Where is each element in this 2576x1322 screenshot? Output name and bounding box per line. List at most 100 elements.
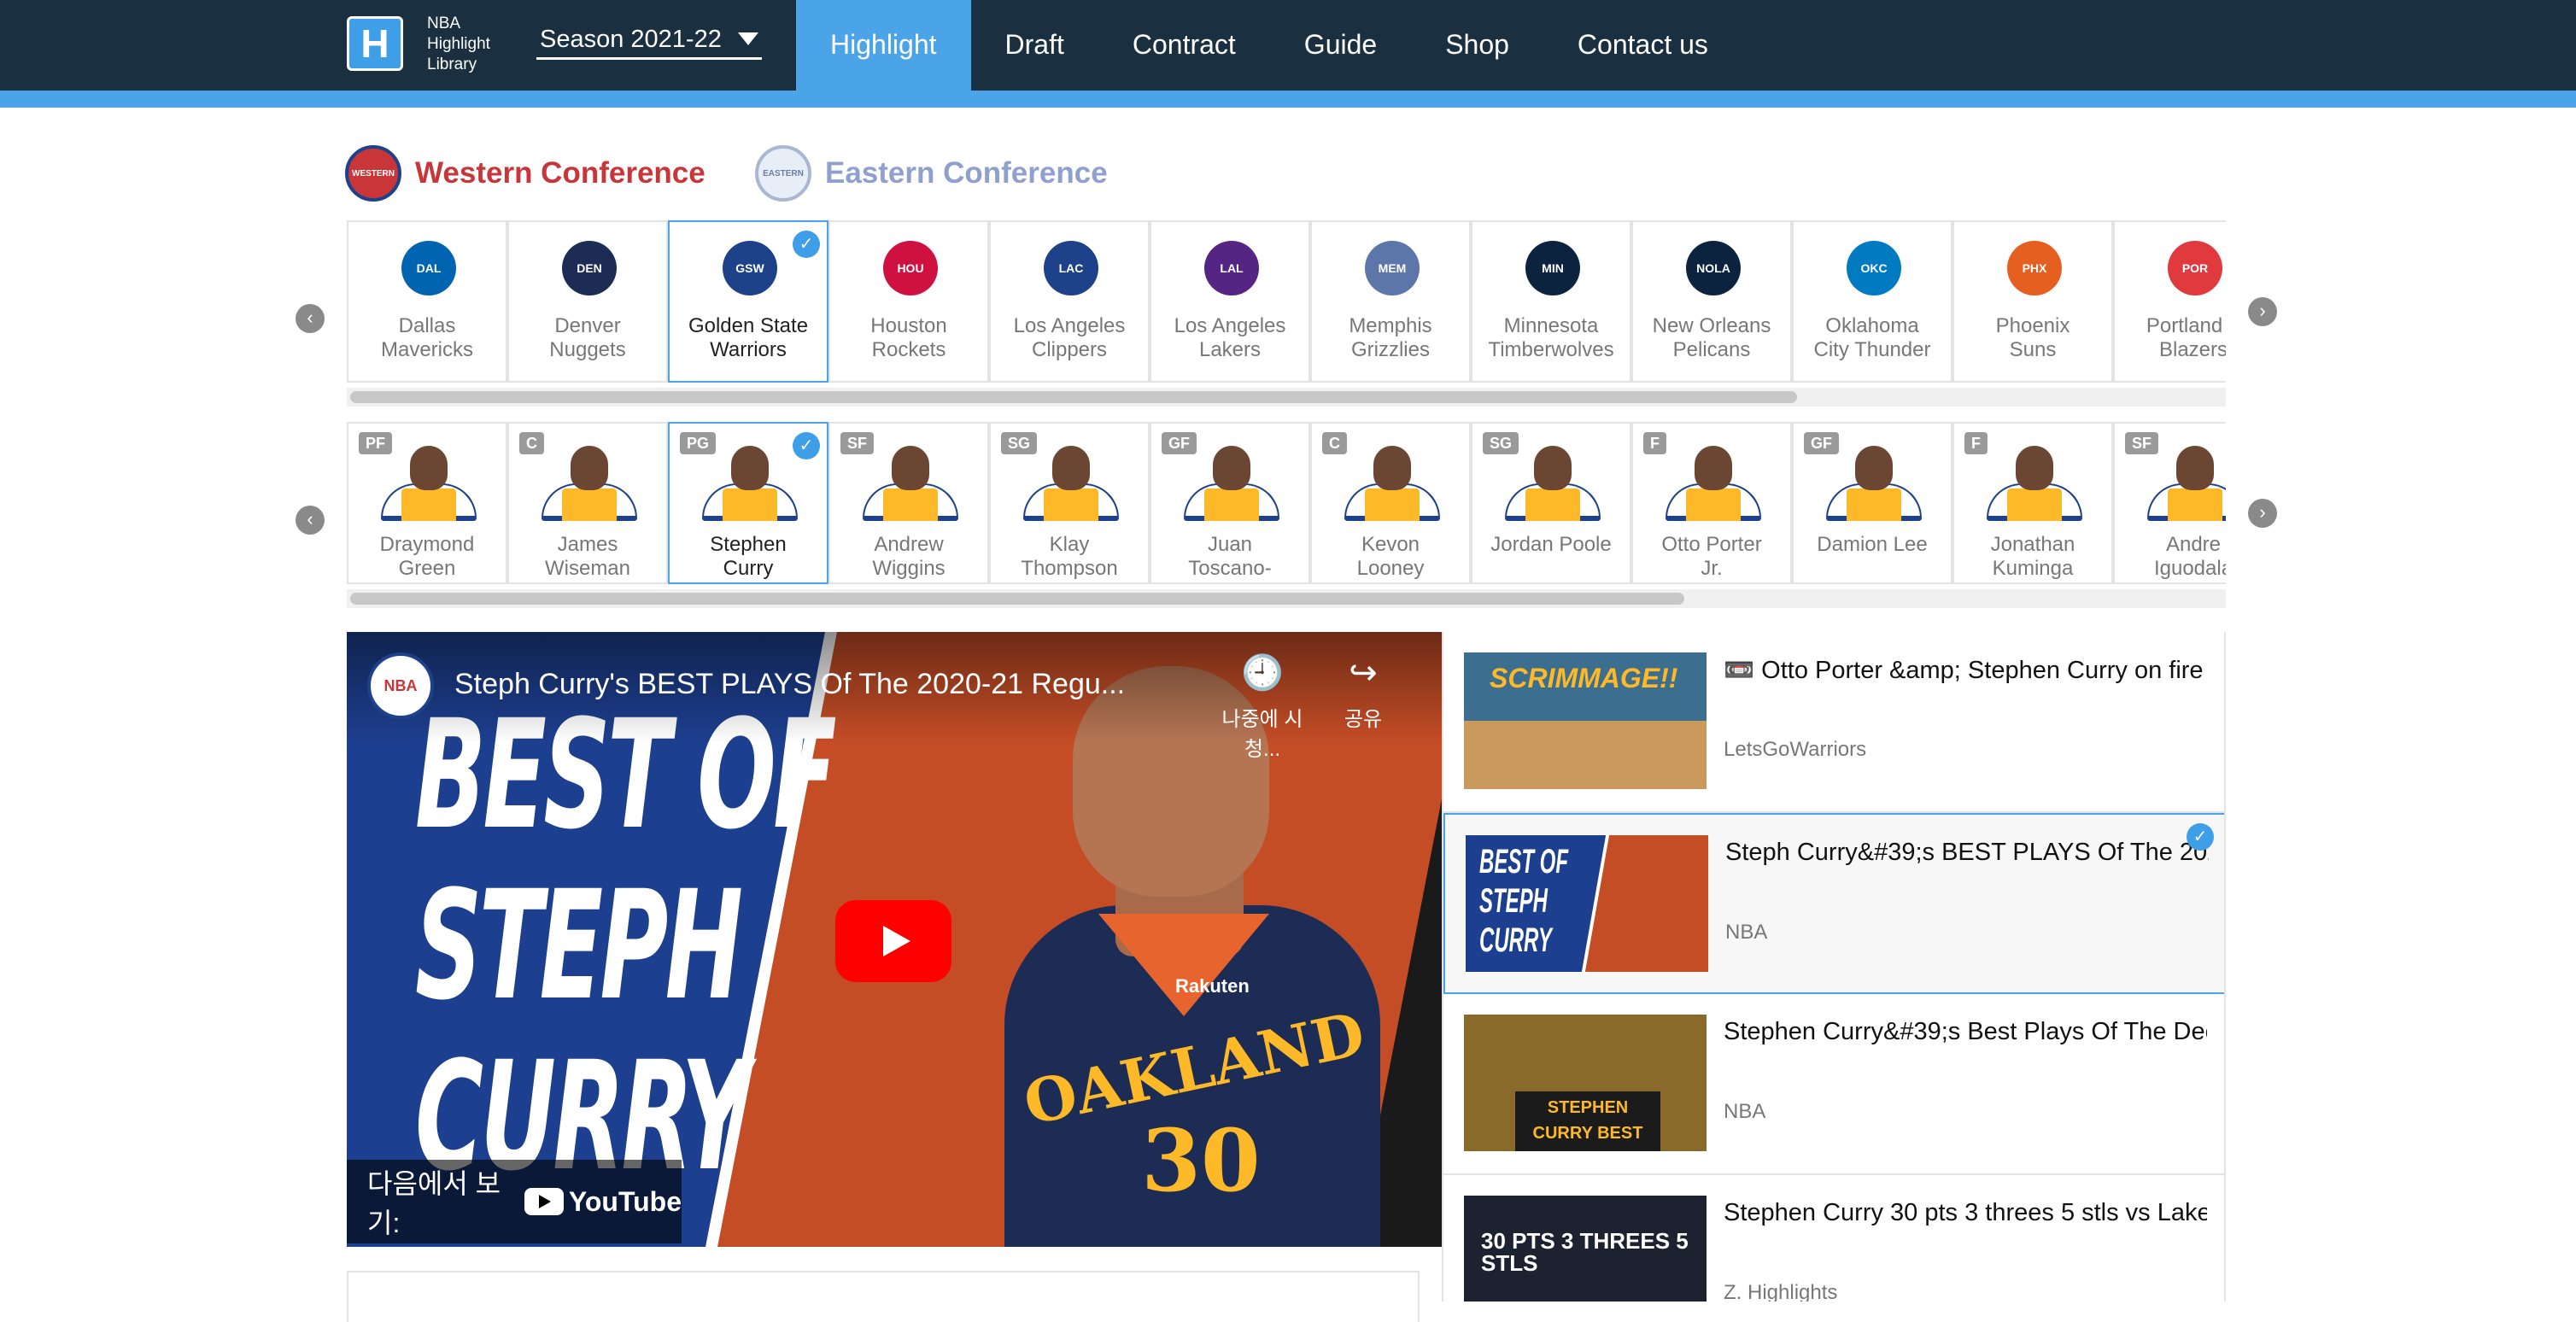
player-card[interactable]: F Jonathan Kuminga: [1952, 422, 2113, 584]
player-card[interactable]: C James Wiseman: [507, 422, 668, 584]
youtube-logo-icon: YouTube: [524, 1186, 682, 1218]
player-name: Andre: [2165, 533, 2222, 556]
thumbnail-caption: 30 PTS 3 THREES 5 STLS: [1481, 1228, 1689, 1276]
player-card[interactable]: GF Damion Lee: [1792, 422, 1952, 584]
thumbnail-caption: STEPHEN CURRY BEST OF THE DECADE: [1515, 1091, 1660, 1151]
player-headshot-icon: [2016, 446, 2053, 490]
pelicans-logo-icon: NOLA: [1686, 241, 1741, 295]
jersey-icon: [1847, 488, 1901, 521]
team-name: City Thunder: [1813, 338, 1931, 361]
team-card[interactable]: MIN Minnesota Timberwolves: [1471, 220, 1631, 383]
player-card[interactable]: SF Andrew Wiggins: [828, 422, 989, 584]
player-headshot-icon: [410, 446, 448, 490]
player-card[interactable]: SF Andre Iguodala: [2113, 422, 2226, 584]
video-thumbnail: 30 PTS 3 THREES 5 STLS: [1464, 1196, 1707, 1302]
team-name: Phoenix: [1995, 314, 2070, 337]
jersey-icon: [562, 488, 617, 521]
playlist-item[interactable]: BEST OF STEPH CURRY Steph Curry&#39;s BE…: [1443, 813, 2224, 994]
logo-text: NBA Highlight Library: [427, 14, 512, 75]
player-name: James: [557, 533, 618, 556]
logo-icon[interactable]: H: [347, 16, 403, 71]
players-prev-arrow-icon[interactable]: ‹: [296, 506, 325, 535]
thumbnail-text: STEPH: [415, 858, 743, 1033]
team-card[interactable]: DAL Dallas Mavericks: [347, 220, 507, 383]
teams-next-arrow-icon[interactable]: ›: [2248, 297, 2277, 326]
youtube-play-icon: [524, 1188, 564, 1215]
team-card[interactable]: HOU Houston Rockets: [828, 220, 989, 383]
player-card[interactable]: PF Draymond Green: [347, 422, 507, 584]
playlist-item[interactable]: 30 PTS 3 THREES 5 STLS Stephen Curry 30 …: [1443, 1175, 2224, 1302]
video-title[interactable]: Steph Curry's BEST PLAYS Of The 2020-21 …: [454, 668, 1138, 701]
nav-guide[interactable]: Guide: [1270, 0, 1411, 91]
player-card[interactable]: PG Stephen Curry ✓: [668, 422, 828, 584]
player-card[interactable]: F Otto Porter Jr.: [1631, 422, 1792, 584]
team-card[interactable]: NOLA New Orleans Pelicans: [1631, 220, 1792, 383]
share-button[interactable]: ↪ 공유: [1312, 652, 1414, 732]
player-name: Kevon: [1361, 533, 1420, 556]
team-card[interactable]: POR Portland TBlazers: [2113, 220, 2226, 383]
player-name: Looney: [1356, 557, 1425, 580]
teams-scrollbar-thumb[interactable]: [350, 391, 1797, 403]
play-button[interactable]: [835, 900, 951, 982]
teams-scrollbar[interactable]: [347, 388, 2226, 407]
logo-line: NBA: [427, 15, 461, 32]
video-player[interactable]: BEST OF STEPH CURRY Rakuten OAKLAND 30 N…: [347, 632, 1442, 1247]
clock-icon: 🕘: [1241, 654, 1284, 692]
player-carousel: PF Draymond Green C James Wiseman PG Stephen Cur…: [347, 422, 2226, 586]
player-name: Jordan Poole: [1490, 533, 1612, 556]
team-card[interactable]: LAC Los Angeles Clippers: [989, 220, 1150, 383]
player-card[interactable]: C Kevon Looney: [1310, 422, 1471, 584]
caret-down-icon: [738, 32, 758, 45]
logo-line: Highlight: [427, 35, 490, 53]
playlist-item-title: Stephen Curry&#39;s Best Plays Of The De…: [1724, 1018, 2207, 1045]
team-card[interactable]: GSW Golden State Warriors ✓: [668, 220, 828, 383]
players-scrollbar[interactable]: [347, 589, 2226, 608]
position-badge: F: [1643, 432, 1666, 454]
team-card[interactable]: OKC Oklahoma City Thunder: [1792, 220, 1952, 383]
tab-label: Eastern Conference: [825, 156, 1108, 190]
player-card[interactable]: SG Jordan Poole: [1471, 422, 1631, 584]
team-card[interactable]: DEN Denver Nuggets: [507, 220, 668, 383]
nav-contact-us[interactable]: Contact us: [1543, 0, 1742, 91]
player-name: Damion Lee: [1817, 533, 1928, 556]
players-next-arrow-icon[interactable]: ›: [2248, 499, 2277, 528]
playlist-item-title: Steph Curry&#39;s BEST PLAYS Of The 2020…: [1725, 839, 2209, 866]
playlist-item-channel: Z. Highlights: [1724, 1281, 1838, 1302]
season-dropdown[interactable]: Season 2021-22: [536, 24, 762, 60]
player-card[interactable]: GF Juan Toscano-: [1150, 422, 1310, 584]
watch-later-button[interactable]: 🕘 나중에 시청...: [1211, 652, 1314, 762]
team-card[interactable]: PHX Phoenix Suns: [1952, 220, 2113, 383]
clippers-logo-icon: LAC: [1044, 241, 1098, 295]
position-badge: SF: [840, 432, 875, 454]
season-dropdown-value: Season 2021-22: [540, 26, 722, 53]
nav-draft[interactable]: Draft: [971, 0, 1098, 91]
player-headshot-icon: [1534, 446, 1572, 490]
nav-contract[interactable]: Contract: [1098, 0, 1270, 91]
player-card[interactable]: SG Klay Thompson: [989, 422, 1150, 584]
tab-western-conference[interactable]: WESTERN Western Conference: [345, 142, 705, 205]
players-scrollbar-thumb[interactable]: [350, 593, 1684, 605]
check-icon: ✓: [2187, 823, 2214, 851]
watch-on-youtube-button[interactable]: 다음에서 보기: YouTube: [347, 1160, 682, 1243]
nav-highlight[interactable]: Highlight: [796, 0, 971, 91]
nav-shop[interactable]: Shop: [1411, 0, 1543, 91]
tab-eastern-conference[interactable]: EASTERN Eastern Conference: [755, 142, 1108, 205]
playlist-item[interactable]: SCRIMMAGE!! 📼 Otto Porter &amp; Stephen …: [1443, 632, 2224, 813]
tab-label: Western Conference: [415, 156, 705, 190]
playlist-item-channel: NBA: [1725, 921, 1768, 944]
nba-channel-logo-icon[interactable]: NBA: [367, 652, 434, 719]
team-name: Portland T: [2146, 314, 2226, 337]
teams-prev-arrow-icon[interactable]: ‹: [296, 304, 325, 333]
team-name: Dallas: [398, 314, 456, 337]
playlist-item[interactable]: STEPHEN CURRY BEST OF THE DECADE Stephen…: [1443, 994, 2224, 1175]
timberwolves-logo-icon: MIN: [1525, 241, 1580, 295]
team-card[interactable]: LAL Los Angeles Lakers: [1150, 220, 1310, 383]
player-headshot-icon: [892, 446, 929, 490]
rockets-logo-icon: HOU: [883, 241, 938, 295]
position-badge: GF: [1804, 432, 1839, 454]
team-name: Houston: [870, 314, 947, 337]
team-card[interactable]: MEM Memphis Grizzlies: [1310, 220, 1471, 383]
player-name: Wiseman: [544, 557, 631, 580]
player-name: Iguodala: [2153, 557, 2226, 580]
position-badge: SG: [1483, 432, 1519, 454]
